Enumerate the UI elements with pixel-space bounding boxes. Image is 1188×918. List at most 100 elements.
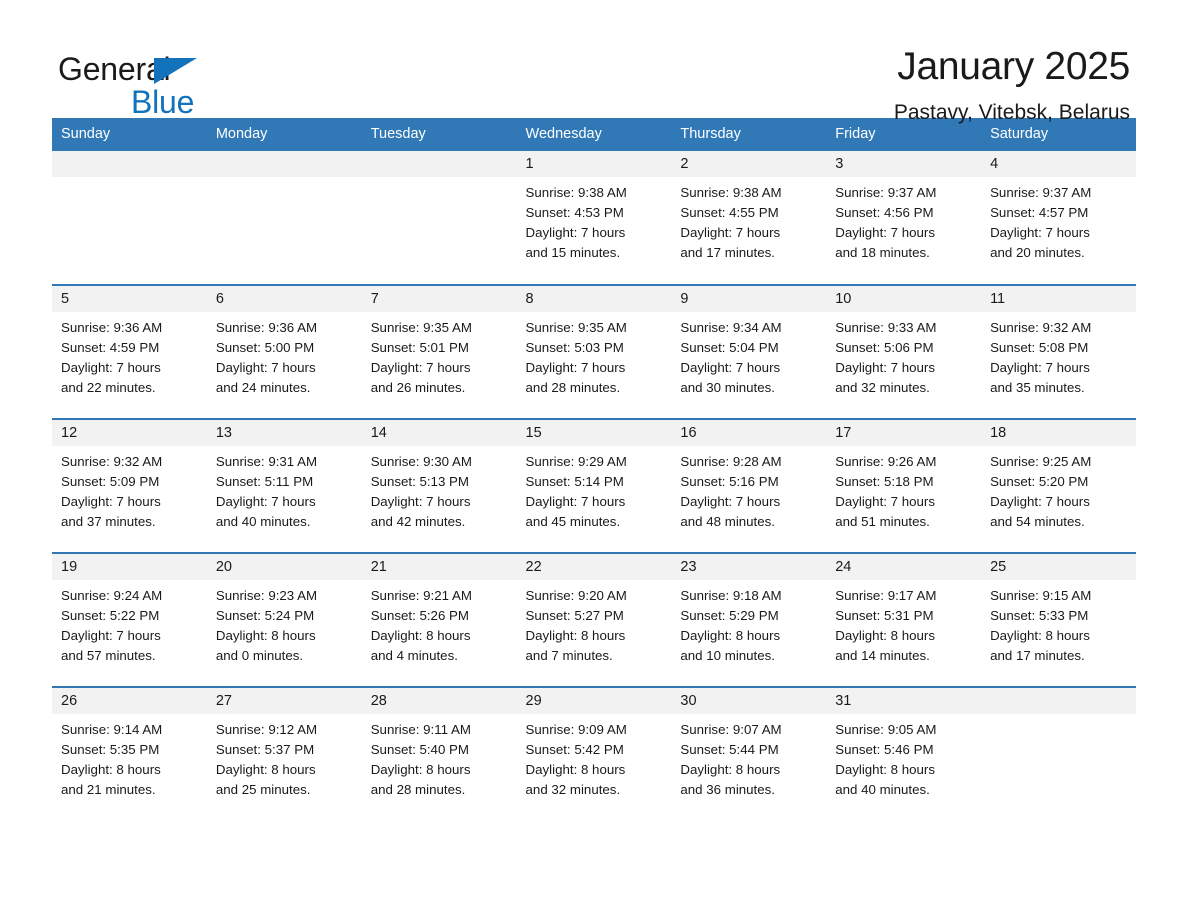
day-info: Sunrise: 9:15 AM Sunset: 5:33 PM Daylight:… <box>981 580 1136 666</box>
day-cell[interactable]: 29 Sunrise: 9:09 AM Sunset: 5:42 PM Dayligh… <box>516 686 672 821</box>
page-subtitle: Pastavy, Vitebsk, Belarus <box>893 101 1130 125</box>
day-number: 18 <box>981 420 1136 446</box>
day-cell[interactable]: 21 Sunrise: 9:21 AM Sunset: 5:26 PM Dayligh… <box>361 552 517 687</box>
day-cell[interactable]: 16 Sunrise: 9:28 AM Sunset: 5:16 PM Dayligh… <box>671 418 827 553</box>
day-number: 9 <box>671 286 827 312</box>
sunrise-line: Sunrise: 9:17 AM <box>835 588 937 603</box>
day-cell-inner: 16 Sunrise: 9:28 AM Sunset: 5:16 PM Dayligh… <box>671 420 827 552</box>
calendar-week-row: 26 Sunrise: 9:14 AM Sunset: 5:35 PM Dayligh… <box>52 686 1136 821</box>
day-cell[interactable]: 18 Sunrise: 9:25 AM Sunset: 5:20 PM Dayligh… <box>981 418 1136 553</box>
day-cell[interactable]: 3 Sunrise: 9:37 AM Sunset: 4:56 PM Daylight… <box>826 151 982 285</box>
day-cell[interactable]: 11 Sunrise: 9:32 AM Sunset: 5:08 PM Dayligh… <box>981 284 1136 419</box>
day-info: Sunrise: 9:11 AM Sunset: 5:40 PM Daylight:… <box>362 714 517 800</box>
daylight-line-2: and 7 minutes. <box>525 648 613 663</box>
day-cell-inner: 14 Sunrise: 9:30 AM Sunset: 5:13 PM Dayligh… <box>361 420 517 552</box>
day-number: 11 <box>981 286 1136 312</box>
day-cell[interactable]: 5 Sunrise: 9:36 AM Sunset: 4:59 PM Daylight… <box>52 284 207 419</box>
day-cell[interactable]: 24 Sunrise: 9:17 AM Sunset: 5:31 PM Dayligh… <box>826 552 982 687</box>
day-cell[interactable]: 7 Sunrise: 9:35 AM Sunset: 5:01 PM Daylight… <box>361 284 517 419</box>
day-cell[interactable]: 26 Sunrise: 9:14 AM Sunset: 5:35 PM Dayligh… <box>52 686 207 821</box>
day-info: Sunrise: 9:17 AM Sunset: 5:31 PM Daylight:… <box>826 580 981 666</box>
daylight-line-1: Daylight: 7 hours <box>680 494 781 509</box>
day-cell[interactable]: 19 Sunrise: 9:24 AM Sunset: 5:22 PM Dayligh… <box>52 552 207 687</box>
day-number: 2 <box>671 151 827 177</box>
day-number: 1 <box>516 151 672 177</box>
day-cell[interactable]: 20 Sunrise: 9:23 AM Sunset: 5:24 PM Dayligh… <box>206 552 362 687</box>
day-cell[interactable]: 27 Sunrise: 9:12 AM Sunset: 5:37 PM Dayligh… <box>206 686 362 821</box>
daylight-line-1: Daylight: 7 hours <box>525 360 626 375</box>
sunrise-line: Sunrise: 9:14 AM <box>61 722 163 737</box>
day-number <box>206 151 362 177</box>
day-cell[interactable]: 30 Sunrise: 9:07 AM Sunset: 5:44 PM Dayligh… <box>671 686 827 821</box>
day-cell[interactable]: 25 Sunrise: 9:15 AM Sunset: 5:33 PM Dayligh… <box>981 552 1136 687</box>
day-cell[interactable]: 4 Sunrise: 9:37 AM Sunset: 4:57 PM Daylight… <box>981 151 1136 285</box>
day-number: 6 <box>206 286 362 312</box>
day-cell-inner: 17 Sunrise: 9:26 AM Sunset: 5:18 PM Dayligh… <box>826 420 982 552</box>
day-info: Sunrise: 9:32 AM Sunset: 5:09 PM Daylight:… <box>52 446 207 532</box>
page-header: General Blue January 2025 Pastavy, Viteb… <box>0 0 1188 124</box>
sunrise-line: Sunrise: 9:20 AM <box>525 588 627 603</box>
calendar-week-row: 12 Sunrise: 9:32 AM Sunset: 5:09 PM Dayligh… <box>52 418 1136 553</box>
day-number: 27 <box>206 688 362 714</box>
day-cell-inner: 30 Sunrise: 9:07 AM Sunset: 5:44 PM Dayligh… <box>671 688 827 821</box>
day-info: Sunrise: 9:37 AM Sunset: 4:57 PM Daylight:… <box>981 177 1136 263</box>
daylight-line-2: and 36 minutes. <box>680 782 775 797</box>
daylight-line-1: Daylight: 7 hours <box>990 225 1090 240</box>
day-number: 10 <box>826 286 982 312</box>
sunrise-line: Sunrise: 9:35 AM <box>370 320 472 335</box>
day-info: Sunrise: 9:36 AM Sunset: 5:00 PM Daylight:… <box>207 312 362 398</box>
daylight-line-2: and 37 minutes. <box>61 514 156 529</box>
day-cell[interactable]: 22 Sunrise: 9:20 AM Sunset: 5:27 PM Dayligh… <box>516 552 672 687</box>
day-cell[interactable]: 2 Sunrise: 9:38 AM Sunset: 4:55 PM Daylight… <box>671 151 827 285</box>
day-cell[interactable]: 10 Sunrise: 9:33 AM Sunset: 5:06 PM Dayligh… <box>826 284 982 419</box>
day-cell[interactable]: 12 Sunrise: 9:32 AM Sunset: 5:09 PM Dayligh… <box>52 418 207 553</box>
day-cell-inner: 26 Sunrise: 9:14 AM Sunset: 5:35 PM Dayligh… <box>52 688 207 821</box>
day-number: 25 <box>981 554 1136 580</box>
daylight-line-2: and 21 minutes. <box>61 782 156 797</box>
day-number: 24 <box>826 554 982 580</box>
day-cell-inner: 29 Sunrise: 9:09 AM Sunset: 5:42 PM Dayligh… <box>516 688 672 821</box>
day-cell-inner <box>361 151 517 284</box>
day-info: Sunrise: 9:24 AM Sunset: 5:22 PM Daylight:… <box>52 580 207 666</box>
day-cell[interactable]: 13 Sunrise: 9:31 AM Sunset: 5:11 PM Dayligh… <box>206 418 362 553</box>
sunset-line: Sunset: 5:09 PM <box>61 474 160 489</box>
column-header-sunday: Sunday <box>52 118 207 151</box>
title-block: January 2025 Pastavy, Vitebsk, Belarus <box>893 45 1136 125</box>
daylight-line-2: and 54 minutes. <box>990 514 1085 529</box>
day-cell[interactable]: 9 Sunrise: 9:34 AM Sunset: 5:04 PM Daylight… <box>671 284 827 419</box>
day-cell[interactable]: 14 Sunrise: 9:30 AM Sunset: 5:13 PM Dayligh… <box>361 418 517 553</box>
day-number: 31 <box>826 688 982 714</box>
day-info: Sunrise: 9:35 AM Sunset: 5:01 PM Daylight:… <box>362 312 517 398</box>
day-cell-inner: 18 Sunrise: 9:25 AM Sunset: 5:20 PM Dayligh… <box>981 420 1136 552</box>
logo-text-blue: Blue <box>131 84 195 120</box>
day-cell[interactable]: 1 Sunrise: 9:38 AM Sunset: 4:53 PM Daylight… <box>516 151 672 285</box>
day-cell-inner: 7 Sunrise: 9:35 AM Sunset: 5:01 PM Daylight… <box>361 286 517 418</box>
day-info <box>52 177 207 183</box>
day-cell-inner: 1 Sunrise: 9:38 AM Sunset: 4:53 PM Daylight… <box>516 151 672 284</box>
sunset-line: Sunset: 4:57 PM <box>990 205 1089 220</box>
day-cell[interactable]: 8 Sunrise: 9:35 AM Sunset: 5:03 PM Daylight… <box>516 284 672 419</box>
day-cell[interactable]: 28 Sunrise: 9:11 AM Sunset: 5:40 PM Dayligh… <box>361 686 517 821</box>
day-cell[interactable]: 15 Sunrise: 9:29 AM Sunset: 5:14 PM Dayligh… <box>516 418 672 553</box>
daylight-line-1: Daylight: 7 hours <box>835 494 935 509</box>
day-cell[interactable]: 17 Sunrise: 9:26 AM Sunset: 5:18 PM Dayligh… <box>826 418 982 553</box>
day-info: Sunrise: 9:38 AM Sunset: 4:53 PM Daylight:… <box>517 177 672 263</box>
calendar-week-row: 5 Sunrise: 9:36 AM Sunset: 4:59 PM Daylight… <box>52 284 1136 419</box>
daylight-line-1: Daylight: 8 hours <box>215 628 316 643</box>
day-number: 30 <box>671 688 827 714</box>
day-cell-inner: 3 Sunrise: 9:37 AM Sunset: 4:56 PM Daylight… <box>826 151 982 284</box>
day-info: Sunrise: 9:18 AM Sunset: 5:29 PM Daylight:… <box>671 580 826 666</box>
day-cell-inner: 10 Sunrise: 9:33 AM Sunset: 5:06 PM Dayligh… <box>826 286 982 418</box>
day-cell-inner: 24 Sunrise: 9:17 AM Sunset: 5:31 PM Dayligh… <box>826 554 982 686</box>
day-number: 28 <box>361 688 517 714</box>
day-cell[interactable]: 23 Sunrise: 9:18 AM Sunset: 5:29 PM Dayligh… <box>671 552 827 687</box>
day-cell[interactable]: 6 Sunrise: 9:36 AM Sunset: 5:00 PM Daylight… <box>206 284 362 419</box>
day-info <box>362 177 517 183</box>
day-cell-inner: 4 Sunrise: 9:37 AM Sunset: 4:57 PM Daylight… <box>981 151 1136 284</box>
sunset-line: Sunset: 5:42 PM <box>525 742 624 757</box>
sunrise-line: Sunrise: 9:31 AM <box>215 454 318 469</box>
daylight-line-1: Daylight: 8 hours <box>835 628 935 643</box>
day-info: Sunrise: 9:05 AM Sunset: 5:46 PM Daylight:… <box>826 714 981 800</box>
day-cell[interactable]: 31 Sunrise: 9:05 AM Sunset: 5:46 PM Dayligh… <box>826 686 982 821</box>
day-info: Sunrise: 9:23 AM Sunset: 5:24 PM Daylight:… <box>207 580 362 666</box>
